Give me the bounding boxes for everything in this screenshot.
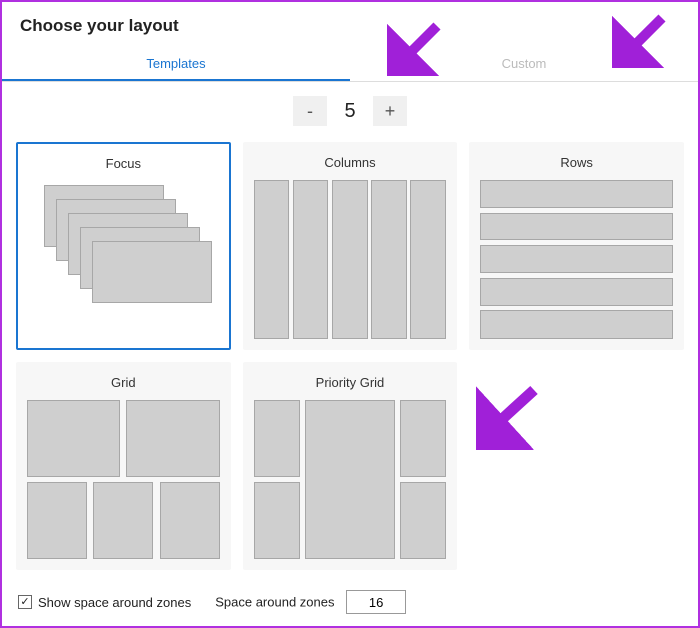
increment-button[interactable]: +: [373, 96, 407, 126]
layout-card-title: Focus: [28, 152, 219, 181]
zone-count-stepper: - 5 +: [2, 82, 698, 136]
show-space-label: Show space around zones: [38, 595, 191, 610]
layout-preview-icon: [254, 180, 447, 339]
layout-cards: Focus Columns Rows Grid Priority Grid: [2, 136, 698, 580]
layout-card-title: Priority Grid: [254, 371, 447, 400]
zone-count-value: 5: [333, 100, 367, 123]
layout-preview-icon: [254, 400, 447, 559]
page-title: Choose your layout: [2, 2, 698, 46]
layout-preview-icon: [480, 180, 673, 339]
layout-card-title: Grid: [27, 371, 220, 400]
space-around-wrap: Space around zones: [215, 590, 406, 614]
layout-card-grid[interactable]: Grid: [16, 362, 231, 570]
layout-card-focus[interactable]: Focus: [16, 142, 231, 350]
checkbox-icon: ✓: [18, 595, 32, 609]
space-around-input[interactable]: [346, 590, 406, 614]
show-space-checkbox-wrap[interactable]: ✓ Show space around zones: [18, 595, 191, 610]
space-around-label: Space around zones: [215, 595, 334, 610]
tab-custom[interactable]: Custom: [350, 46, 698, 81]
layout-preview-icon: [27, 400, 220, 559]
decrement-button[interactable]: -: [293, 96, 327, 126]
layout-card-title: Rows: [480, 151, 673, 180]
tabs: Templates Custom: [2, 46, 698, 82]
layout-card-rows[interactable]: Rows: [469, 142, 684, 350]
layout-preview-icon: [28, 181, 219, 338]
layout-card-priority-grid[interactable]: Priority Grid: [243, 362, 458, 570]
footer: ✓ Show space around zones Space around z…: [2, 582, 698, 622]
layout-chooser-window: Choose your layout Templates Custom - 5 …: [0, 0, 700, 628]
layout-card-title: Columns: [254, 151, 447, 180]
tab-templates[interactable]: Templates: [2, 46, 350, 81]
layout-card-columns[interactable]: Columns: [243, 142, 458, 350]
